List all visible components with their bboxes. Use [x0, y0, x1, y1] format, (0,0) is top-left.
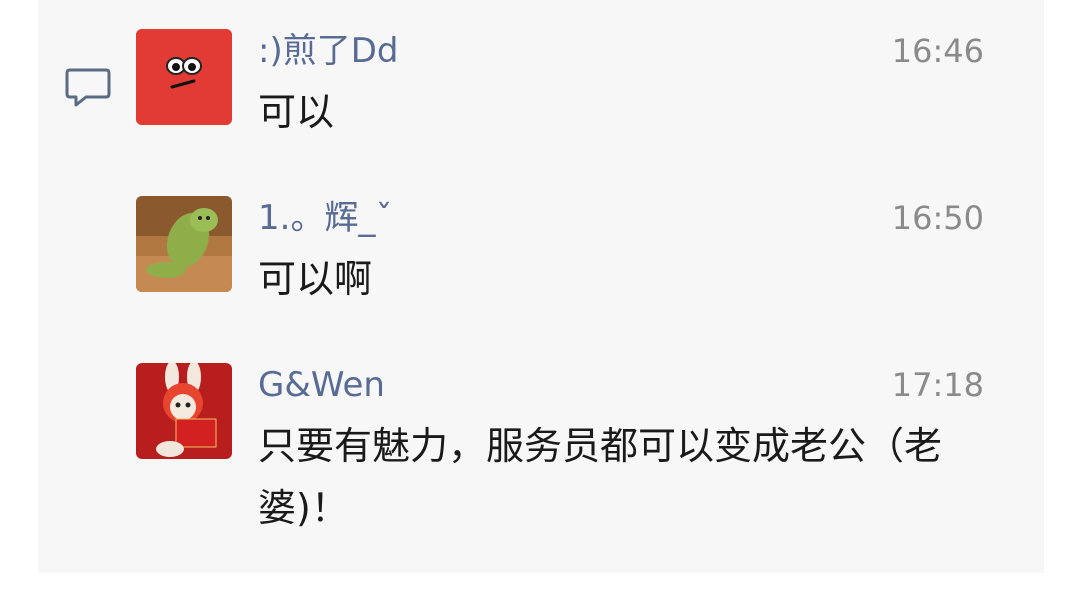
avatar[interactable]	[136, 29, 232, 125]
sender-name[interactable]: G&Wen	[258, 363, 385, 407]
message-text: 可以啊	[258, 257, 373, 301]
rabbit-icon	[136, 363, 232, 459]
avatar[interactable]	[136, 363, 232, 459]
message-time: 17:18	[891, 366, 984, 404]
red-face-icon	[136, 29, 232, 125]
avatar[interactable]	[136, 196, 232, 292]
sender-name[interactable]: 1.。辉_ˇ	[258, 196, 392, 240]
plush-toy-icon	[136, 196, 232, 292]
message-time: 16:50	[891, 199, 984, 237]
message-time: 16:46	[891, 32, 984, 70]
comment-icon	[65, 68, 111, 107]
message-text: 只要有魅力，服务员都可以变成老公（老婆)！	[258, 424, 943, 530]
message-text: 可以	[258, 90, 335, 134]
sender-name[interactable]: :)煎了Dd	[258, 29, 398, 73]
